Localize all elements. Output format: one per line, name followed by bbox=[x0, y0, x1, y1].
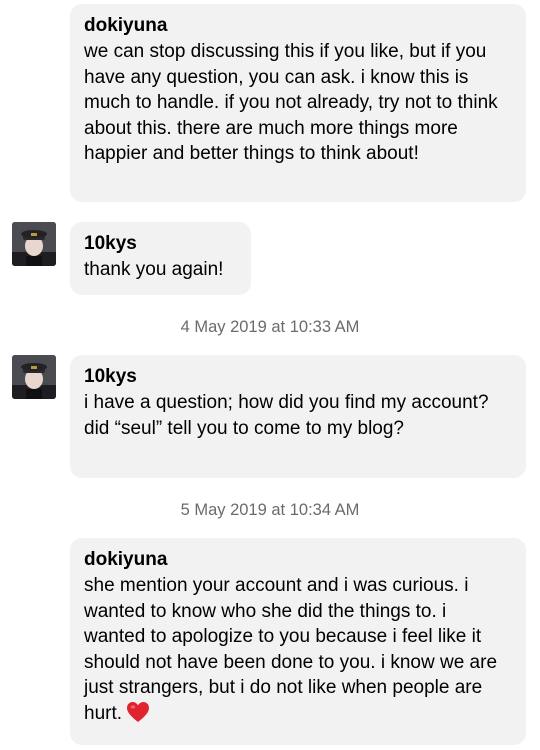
message-text: thank you again! bbox=[84, 259, 224, 280]
message-bubble: dokiyuna we can stop discussing this if … bbox=[70, 4, 526, 202]
message-bubble: 10kys i have a question; how did you fin… bbox=[70, 355, 526, 478]
message-text: i have a question; how did you find my a… bbox=[84, 392, 489, 439]
avatar[interactable] bbox=[12, 355, 56, 399]
message-text: we can stop discussing this if you like,… bbox=[84, 41, 498, 164]
sender-name[interactable]: 10kys bbox=[84, 365, 512, 389]
sender-name[interactable]: 10kys bbox=[84, 232, 237, 256]
sender-name[interactable]: dokiyuna bbox=[84, 548, 512, 572]
timestamp: 5 May 2019 at 10:34 AM bbox=[180, 501, 360, 519]
message-bubble: dokiyuna she mention your account and i … bbox=[70, 538, 526, 745]
avatar[interactable] bbox=[12, 222, 56, 266]
timestamp: 4 May 2019 at 10:33 AM bbox=[180, 318, 360, 336]
sender-name[interactable]: dokiyuna bbox=[84, 14, 512, 38]
message-bubble: 10kys thank you again! bbox=[70, 222, 251, 295]
message-text: she mention your account and i was curio… bbox=[84, 573, 512, 730]
heart-icon bbox=[126, 701, 150, 731]
